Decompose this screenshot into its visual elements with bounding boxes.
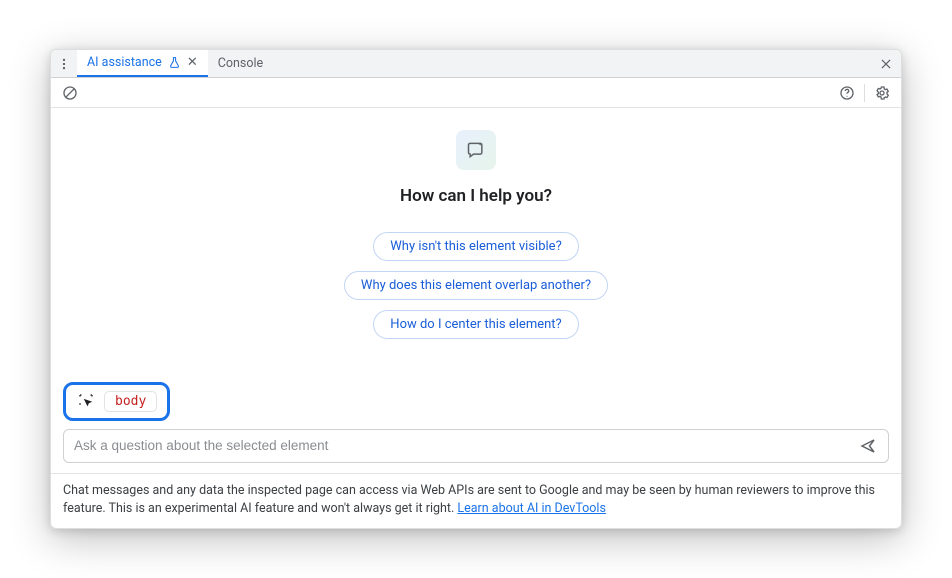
tab-label: Console	[218, 56, 263, 71]
more-menu-button[interactable]	[51, 50, 77, 77]
selected-highlight: body	[63, 382, 170, 421]
prompt-input[interactable]	[74, 438, 856, 453]
element-picker-button[interactable]	[76, 391, 96, 411]
send-button[interactable]	[856, 434, 880, 458]
help-icon	[839, 85, 855, 101]
sparkle-chat-icon	[466, 140, 486, 160]
tabs-bar: AI assistance ✕ Console	[51, 50, 901, 78]
suggestion-chip[interactable]: Why isn't this element visible?	[373, 232, 578, 261]
close-panel-button[interactable]	[871, 50, 901, 77]
tab-ai-assistance[interactable]: AI assistance ✕	[77, 50, 208, 77]
heading: How can I help you?	[400, 186, 552, 206]
suggestion-chip[interactable]: How do I center this element?	[373, 310, 578, 339]
footer-link[interactable]: Learn about AI in DevTools	[457, 501, 606, 516]
main-content: How can I help you? Why isn't this eleme…	[51, 108, 901, 382]
gear-icon	[874, 85, 890, 101]
more-vertical-icon	[57, 57, 71, 71]
tab-console[interactable]: Console	[208, 50, 273, 77]
tab-label: AI assistance	[87, 55, 162, 70]
block-icon	[62, 85, 78, 101]
help-button[interactable]	[836, 82, 858, 104]
send-icon	[859, 437, 877, 455]
toolbar-divider	[864, 84, 865, 102]
prompt-input-row	[63, 429, 889, 463]
element-picker-icon	[77, 392, 95, 410]
toolbar	[51, 78, 901, 108]
settings-button[interactable]	[871, 82, 893, 104]
sparkle-tile	[456, 130, 496, 170]
footer: Chat messages and any data the inspected…	[51, 473, 901, 528]
flask-icon	[168, 56, 181, 69]
selected-element-tag[interactable]: body	[104, 391, 157, 412]
close-icon	[879, 57, 893, 71]
input-wrap	[51, 429, 901, 473]
selected-element-row: body	[51, 382, 901, 429]
devtools-panel: AI assistance ✕ Console How can I help y…	[50, 49, 902, 529]
tabs-spacer	[273, 50, 871, 77]
suggestion-chip[interactable]: Why does this element overlap another?	[344, 271, 608, 300]
close-tab-icon[interactable]: ✕	[187, 55, 198, 70]
clear-button[interactable]	[59, 82, 81, 104]
